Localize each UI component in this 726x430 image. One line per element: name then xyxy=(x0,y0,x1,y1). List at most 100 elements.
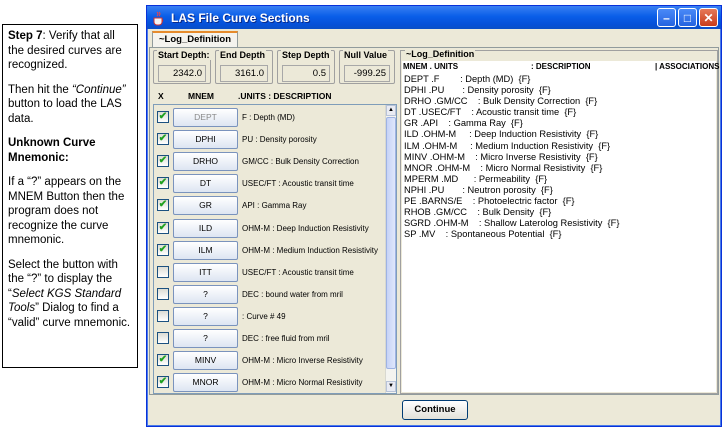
mnem-button[interactable]: MNOR xyxy=(173,373,238,393)
definition-line: DPHI .PU : Density porosity {F} xyxy=(404,85,551,96)
step-label: Step 7 xyxy=(8,30,43,42)
instruction-panel: Step 7: Verify that all the desired curv… xyxy=(2,24,138,368)
close-button[interactable]: ✕ xyxy=(699,8,718,27)
mnem-button[interactable]: MINV xyxy=(173,351,238,371)
column-x-header: X xyxy=(158,91,164,101)
continue-button[interactable]: Continue xyxy=(402,400,468,420)
curve-description: API : Gamma Ray xyxy=(242,201,307,211)
curve-checkbox[interactable]: ✔ xyxy=(157,221,169,234)
curve-description: OHM-M : Micro Inverse Resistivity xyxy=(242,356,363,366)
curve-description: DEC : free fluid from mril xyxy=(242,334,330,343)
log-definition-label: ~Log_Definition xyxy=(405,49,476,59)
null-value-group: Null Value -999.25 xyxy=(339,50,395,84)
start-depth-label: Start Depth: xyxy=(157,50,211,60)
curve-description: USEC/FT : Acoustic transit time xyxy=(242,267,354,277)
continue-paragraph: Then hit the “Continue” button to load t… xyxy=(8,83,132,127)
step-paragraph: Step 7: Verify that all the desired curv… xyxy=(8,29,132,73)
mnem-button[interactable]: DT xyxy=(173,174,238,194)
curve-checkbox[interactable]: ✔ xyxy=(157,243,169,256)
curve-description: USEC/FT : Acoustic transit time xyxy=(242,179,354,189)
definition-line: MPERM .MD : Permeability {F} xyxy=(404,173,548,184)
curve-row: ✔ DEPT F : Depth (MD) xyxy=(154,107,386,129)
scroll-thumb[interactable] xyxy=(386,117,396,369)
definition-line: ILM .OHM-M : Medium Induction Resistivit… xyxy=(404,140,611,151)
curve-checkbox[interactable]: ✔ xyxy=(157,199,169,212)
curve-checkbox[interactable] xyxy=(157,332,169,344)
mnem-button[interactable]: ILM xyxy=(173,240,238,260)
curve-checkbox[interactable] xyxy=(157,287,169,300)
curve-checkbox[interactable]: ✔ xyxy=(157,354,169,367)
curve-checkbox[interactable] xyxy=(157,309,169,322)
curve-checkbox[interactable]: ✔ xyxy=(157,177,169,190)
curve-list-scrollbar[interactable]: ▲ ▼ xyxy=(385,105,396,393)
curve-row: ✔ DRHO GM/CC : Bulk Density Correction xyxy=(154,151,386,173)
continue-post: button to load the LAS data. xyxy=(8,98,122,125)
tab-log-definition[interactable]: ~Log_Definition xyxy=(152,31,239,48)
end-depth-label: End Depth xyxy=(219,50,266,60)
start-depth-group: Start Depth: 2342.0 xyxy=(153,50,211,84)
curve-description: PU : Density porosity xyxy=(242,135,317,145)
start-depth-field[interactable]: 2342.0 xyxy=(158,65,206,82)
curve-row: ✔ DPHI PU : Density porosity xyxy=(154,129,386,151)
if-paragraph: If a “?” appears on the MNEM Button then… xyxy=(8,176,125,246)
curve-checkbox[interactable]: ✔ xyxy=(157,133,169,146)
curve-description: OHM-M : Medium Induction Resistivity xyxy=(242,245,379,255)
tab-panel: Start Depth: 2342.0 End Depth 3161.0 Ste… xyxy=(149,47,719,395)
mnem-button[interactable]: ? xyxy=(173,284,238,304)
curve-checkbox[interactable]: ✔ xyxy=(157,111,169,123)
curve-checkbox[interactable]: ✔ xyxy=(157,376,169,389)
curve-description: OHM-M : Micro Normal Resistivity xyxy=(242,378,363,388)
step-depth-group: Step Depth 0.5 xyxy=(277,50,335,84)
curve-row: ITT USEC/FT : Acoustic transit time xyxy=(154,262,386,284)
null-value-label: Null Value xyxy=(343,50,389,60)
end-depth-group: End Depth 3161.0 xyxy=(215,50,273,84)
mnem-button[interactable]: ? xyxy=(173,306,238,326)
continue-pre: Then hit the xyxy=(8,83,72,96)
mnem-button[interactable]: ILD xyxy=(173,218,238,238)
curve-list: ✔ DEPT F : Depth (MD) ✔ DPHI PU : Density por… xyxy=(153,104,397,394)
definition-line: DEPT .F : Depth (MD) {F} xyxy=(404,74,531,84)
log-definition-text-area[interactable]: MNEM . UNITS : DESCRIPTION | ASSOCIATION… xyxy=(402,61,719,392)
window-controls: – □ ✕ xyxy=(657,8,718,27)
mnem-button[interactable]: DPHI xyxy=(173,130,238,150)
definition-line: MNOR .OHM-M : Micro Normal Resistivity {… xyxy=(404,162,603,173)
curve-checkbox[interactable] xyxy=(157,265,169,278)
mnem-button[interactable]: ITT xyxy=(173,262,238,282)
maximize-button[interactable]: □ xyxy=(678,8,697,27)
log-definition-group: ~Log_Definition MNEM . UNITS : DESCRIPTI… xyxy=(400,49,719,394)
mnem-button[interactable]: DRHO xyxy=(173,152,238,172)
curve-row: ✔ GR API : Gamma Ray xyxy=(154,195,386,217)
curve-description: : Curve # 49 xyxy=(242,311,286,321)
scroll-down-icon[interactable]: ▼ xyxy=(386,381,396,392)
definition-line: RHOB .GM/CC : Bulk Density {F} xyxy=(404,207,552,218)
tab-bar: ~Log_Definition xyxy=(149,30,719,48)
definition-line: MINV .OHM-M : Micro Inverse Resistivity … xyxy=(404,151,598,162)
definition-line: DRHO .GM/CC : Bulk Density Correction {F… xyxy=(404,96,598,107)
mnem-button[interactable]: DEPT xyxy=(173,108,238,127)
window-title: LAS File Curve Sections xyxy=(171,10,310,25)
column-mnem-header: MNEM xyxy=(188,91,214,101)
curve-description: GM/CC : Bulk Density Correction xyxy=(242,157,359,167)
mnem-button[interactable]: ? xyxy=(173,329,238,348)
minimize-button[interactable]: – xyxy=(657,8,676,27)
log-definition-header: MNEM . UNITS : DESCRIPTION | ASSOCIATION… xyxy=(403,62,719,73)
header-associations: | ASSOCIATIONS xyxy=(655,62,720,71)
curve-row: ? : Curve # 49 xyxy=(154,306,386,328)
curve-description: OHM-M : Deep Induction Resistivity xyxy=(242,223,369,233)
curve-row: ✔ ILM OHM-M : Medium Induction Resistivity xyxy=(154,240,386,262)
curve-row: ? DEC : bound water from mril xyxy=(154,284,386,306)
curve-checkbox[interactable]: ✔ xyxy=(157,155,169,168)
title-bar[interactable]: LAS File Curve Sections – □ ✕ xyxy=(147,6,721,29)
definition-line: NPHI .PU : Neutron porosity {F} xyxy=(404,184,553,195)
end-depth-field[interactable]: 3161.0 xyxy=(220,65,268,82)
scroll-up-icon[interactable]: ▲ xyxy=(386,105,396,116)
definition-line: SP .MV : Spontaneous Potential {F} xyxy=(404,229,562,240)
step-depth-field[interactable]: 0.5 xyxy=(282,65,330,82)
definition-line: GR .API : Gamma Ray {F} xyxy=(404,118,523,129)
mnem-button[interactable]: GR xyxy=(173,196,238,216)
curve-row: ? DEC : free fluid from mril xyxy=(154,328,386,350)
definition-line: DT .USEC/FT : Acoustic transit time {F} xyxy=(404,107,577,118)
definition-line: SGRD .OHM-M : Shallow Laterolog Resistiv… xyxy=(404,218,620,229)
unknown-heading: Unknown Curve Mnemonic: xyxy=(8,136,132,165)
null-value-field[interactable]: -999.25 xyxy=(344,65,390,82)
